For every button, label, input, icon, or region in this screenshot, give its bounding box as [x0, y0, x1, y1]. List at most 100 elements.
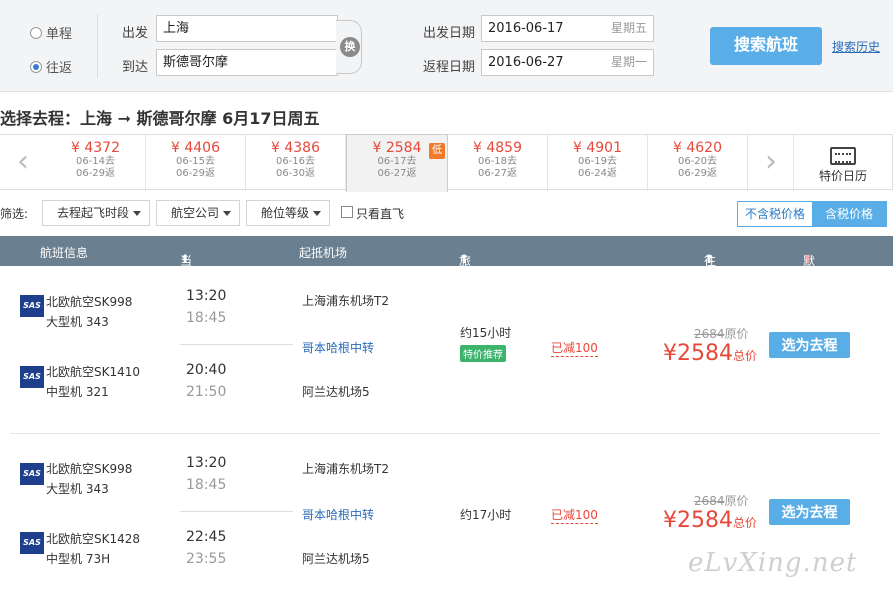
swap-bracket: 换: [336, 20, 362, 74]
departure-time: 20:40: [186, 362, 227, 378]
date-depart: 06-19去: [577, 156, 618, 167]
return-date-input[interactable]: 2016-06-27 星期一: [481, 49, 654, 76]
oneway-label: 单程: [46, 27, 73, 42]
dropdown-label: 舱位等级: [261, 206, 310, 220]
date-price: ¥ 4620: [673, 140, 722, 156]
total-price: ¥2584总价: [663, 341, 758, 366]
date-price: ¥ 4386: [271, 140, 320, 156]
flight-number: 北欧航空SK1410: [46, 365, 141, 379]
divider: [97, 14, 98, 78]
select-outbound-button[interactable]: 选为去程: [769, 499, 850, 525]
radio-icon: [30, 26, 42, 39]
prev-dates-button[interactable]: ‹: [0, 135, 46, 191]
date-return: 06-27返: [377, 168, 417, 179]
aircraft-type: 大型机 343: [46, 482, 109, 496]
depart-weekday: 星期五: [610, 21, 647, 35]
dropdown-label: 航空公司: [171, 206, 220, 220]
sort-arrow-icon: ⬆: [803, 252, 814, 266]
date-price: ¥ 4901: [573, 140, 622, 156]
results-header: 航班信息 当地起降时间 ⬆ 起抵机场 旅行总时长 ⬆ 往返 价格 ⬆ 默认排序 …: [0, 236, 893, 353]
direct-only-label: 只看直飞: [356, 207, 405, 221]
date-return: 06-29返: [677, 168, 718, 179]
total-price: ¥2584总价: [663, 508, 758, 533]
date-option[interactable]: ¥ 4620 06-20去 06-29返: [648, 135, 748, 191]
flight-number: 北欧航空SK1428: [46, 532, 141, 546]
arrival-airport: 阿兰达机场5: [302, 385, 370, 399]
search-flights-button[interactable]: 搜索航班: [710, 27, 822, 65]
watermark: eLvXing.net: [688, 548, 858, 578]
next-dates-button[interactable]: ›: [748, 135, 794, 191]
oneway-radio[interactable]: 单程: [30, 23, 72, 42]
from-input[interactable]: 上海: [156, 15, 338, 42]
from-label: 出发: [122, 26, 149, 41]
date-option[interactable]: ¥ 4386 06-16去 06-30返: [246, 135, 346, 191]
sas-logo-icon: SAS: [20, 366, 44, 388]
search-history-link[interactable]: 搜索历史: [832, 38, 880, 55]
page-title: 选择去程：上海 ➞ 斯德哥尔摩 6月17日周五: [0, 109, 320, 128]
depart-date-label: 出发日期: [423, 26, 476, 41]
sort-arrow-icon: ⬆: [704, 252, 715, 266]
special-price-calendar-button[interactable]: 特价日历: [793, 135, 892, 191]
tax-excluded-option[interactable]: 不含税价格: [738, 202, 812, 226]
segment-divider: [180, 511, 293, 512]
transfer-info-link[interactable]: 哥本哈根中转: [302, 339, 374, 356]
special-offer-badge: 特价推荐: [460, 345, 506, 362]
calendar-label: 特价日历: [818, 169, 867, 183]
departure-time: 22:45: [186, 529, 227, 545]
date-option[interactable]: ¥ 4901 06-19去 06-24返: [548, 135, 648, 191]
arrival-airport: 阿兰达机场5: [302, 552, 370, 566]
lowest-price-badge: 低: [429, 143, 445, 159]
departure-time: 13:20: [186, 455, 227, 471]
aircraft-type: 中型机 321: [46, 385, 109, 399]
arrival-time: 21:50: [186, 384, 227, 400]
swap-button[interactable]: 换: [340, 37, 360, 57]
date-depart: 06-14去: [75, 156, 116, 167]
date-depart: 06-16去: [275, 156, 316, 167]
date-depart: 06-20去: [677, 156, 718, 167]
date-option-selected[interactable]: ¥ 2584 06-17去 06-27返 低: [346, 134, 448, 192]
sas-logo-icon: SAS: [20, 463, 44, 485]
aircraft-type: 大型机 343: [46, 315, 109, 329]
select-outbound-button[interactable]: 选为去程: [769, 332, 850, 358]
caret-down-icon: [313, 211, 321, 216]
date-return: 06-29返: [175, 168, 216, 179]
depart-date-input[interactable]: 2016-06-17 星期五: [481, 15, 654, 42]
cabin-class-dropdown[interactable]: 舱位等级: [246, 200, 330, 226]
date-option[interactable]: ¥ 4406 06-15去 06-29返: [146, 135, 246, 191]
search-panel: 单程 往返 出发 到达 上海 斯德哥尔摩 换 出发日期 返程日期 2016-06…: [0, 0, 893, 92]
flight-number: 北欧航空SK998: [46, 462, 133, 476]
date-price: ¥ 4406: [171, 140, 220, 156]
flight-number: 北欧航空SK998: [46, 295, 133, 309]
direct-only-checkbox[interactable]: [341, 206, 353, 218]
caret-down-icon: [223, 211, 231, 216]
sas-logo-icon: SAS: [20, 532, 44, 554]
date-option[interactable]: ¥ 4859 06-18去 06-27返: [448, 135, 548, 191]
transfer-info-link[interactable]: 哥本哈根中转: [302, 506, 374, 523]
date-price-strip: ‹ ¥ 4372 06-14去 06-29返 ¥ 4406 06-15去 06-…: [0, 134, 893, 192]
departure-airport: 上海浦东机场T2: [302, 294, 389, 308]
to-input[interactable]: 斯德哥尔摩: [156, 49, 338, 76]
arrival-time: 23:55: [186, 551, 227, 567]
original-price: 2684原价: [694, 494, 749, 508]
dropdown-label: 去程起飞时段: [57, 206, 130, 220]
radio-checked-icon: [30, 60, 42, 73]
date-option[interactable]: ¥ 4372 06-14去 06-29返: [46, 135, 146, 191]
airline-dropdown[interactable]: 航空公司: [156, 200, 240, 226]
date-return: 06-24返: [577, 168, 618, 179]
tax-included-option[interactable]: 含税价格: [812, 202, 886, 226]
segment-divider: [180, 344, 293, 345]
date-depart: 06-15去: [175, 156, 216, 167]
departure-time-dropdown[interactable]: 去程起飞时段: [42, 200, 150, 226]
aircraft-type: 中型机 73H: [46, 552, 111, 566]
roundtrip-radio[interactable]: 往返: [30, 57, 72, 76]
date-return: 06-29返: [75, 168, 116, 179]
departure-airport: 上海浦东机场T2: [302, 462, 389, 476]
arrival-time: 18:45: [186, 310, 227, 326]
tax-toggle: 不含税价格 含税价格: [737, 201, 887, 227]
roundtrip-label: 往返: [46, 61, 73, 76]
discount-label: 已减100: [551, 508, 598, 524]
depart-date-value: 2016-06-17: [488, 21, 564, 36]
total-duration: 约17小时: [460, 508, 512, 522]
discount-label: 已减100: [551, 341, 598, 357]
departure-time: 13:20: [186, 288, 227, 304]
